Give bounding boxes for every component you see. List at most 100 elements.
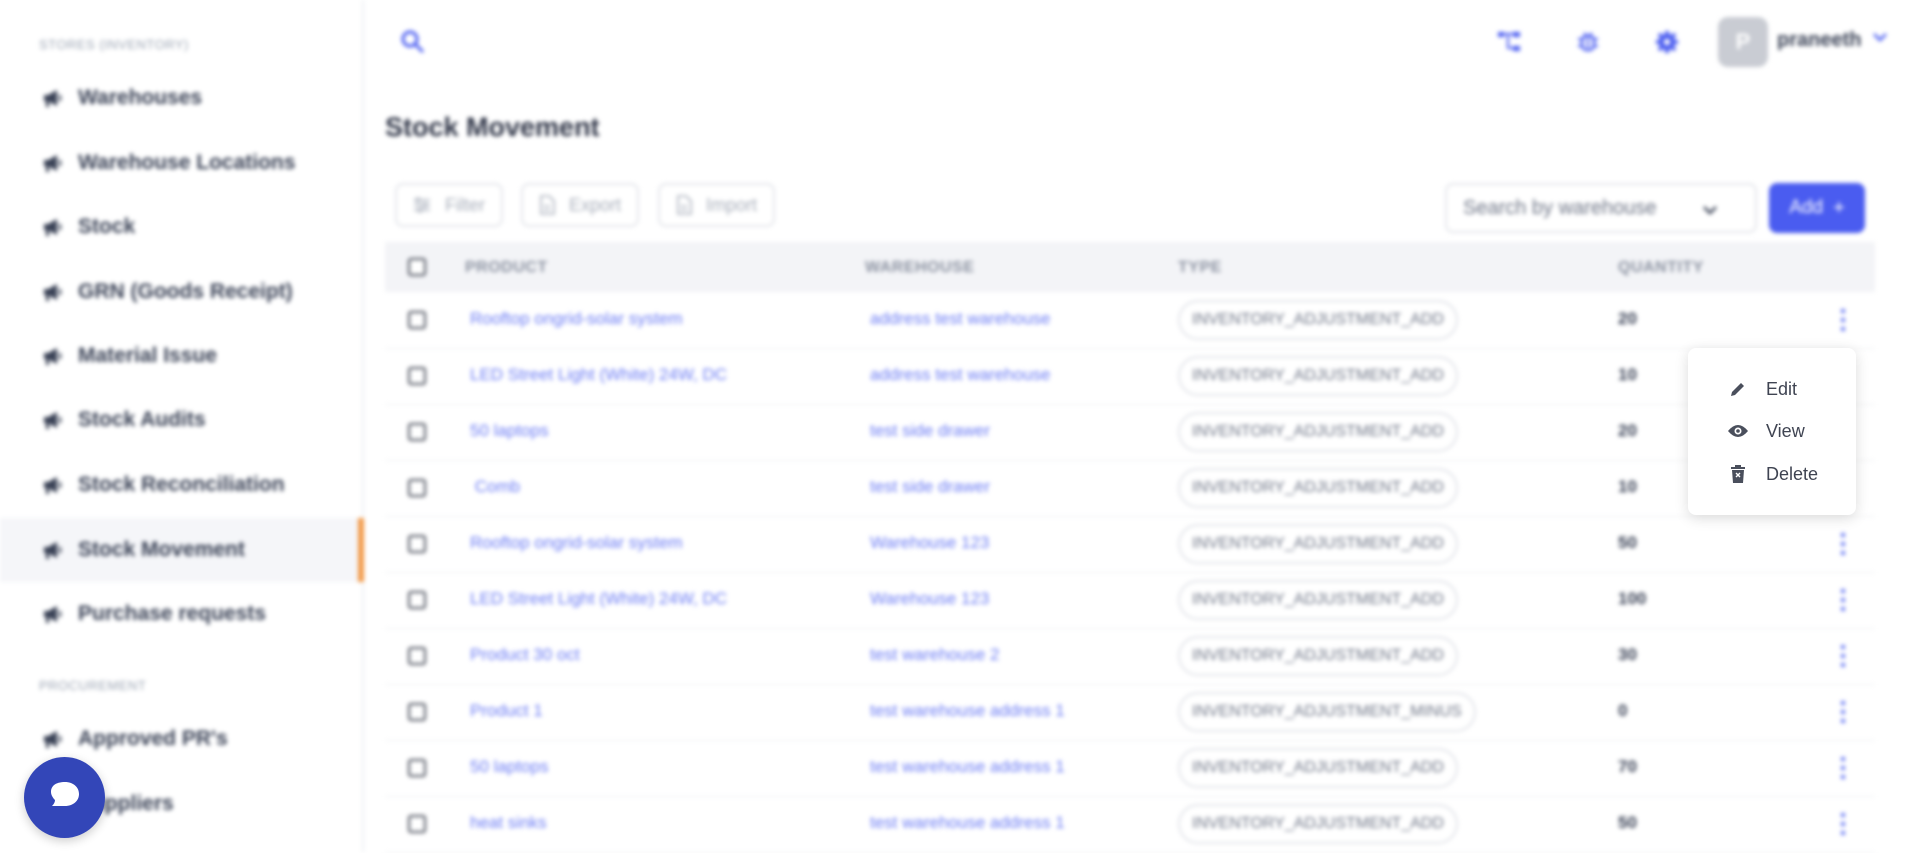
sidebar-item-stock[interactable]: Stock: [0, 195, 362, 259]
import-label: Import: [706, 194, 758, 215]
document-icon: [539, 195, 555, 215]
product-link[interactable]: 50 laptops: [470, 757, 548, 777]
warehouse-link[interactable]: test warehouse address 1: [870, 757, 1065, 777]
table-row: 50 laptops test warehouse address 1 INVE…: [385, 740, 1875, 797]
filter-button[interactable]: Filter: [395, 183, 503, 227]
more-actions-icon[interactable]: [1833, 309, 1853, 331]
warehouse-link[interactable]: Warehouse 123: [870, 589, 989, 609]
plus-icon: +: [1833, 196, 1845, 219]
type-badge: INVENTORY_ADJUSTMENT_ADD: [1178, 468, 1458, 508]
row-checkbox[interactable]: [408, 479, 426, 497]
gear-icon[interactable]: [1651, 26, 1683, 58]
username[interactable]: praneeth: [1777, 29, 1861, 52]
quantity-value: 20: [1618, 309, 1637, 328]
chat-button[interactable]: [24, 757, 105, 838]
column-header-quantity[interactable]: QUANTITY: [1618, 259, 1704, 277]
search-icon[interactable]: [399, 28, 427, 56]
document-icon: [676, 195, 692, 215]
warehouse-link[interactable]: address test warehouse: [870, 365, 1051, 385]
type-badge: INVENTORY_ADJUSTMENT_MINUS: [1178, 692, 1476, 732]
type-badge: INVENTORY_ADJUSTMENT_ADD: [1178, 356, 1458, 396]
warehouse-select[interactable]: Search by warehouse: [1445, 183, 1757, 233]
megaphone-icon: [42, 409, 64, 431]
warehouse-link[interactable]: address test warehouse: [870, 309, 1051, 329]
more-actions-icon[interactable]: [1833, 701, 1853, 723]
product-link[interactable]: LED Street Light (White) 24W, DC: [470, 589, 727, 609]
chevron-down-icon[interactable]: [1872, 30, 1888, 48]
table-row: heat sinks test warehouse address 1 INVE…: [385, 796, 1875, 853]
more-actions-icon[interactable]: [1833, 813, 1853, 835]
type-badge: INVENTORY_ADJUSTMENT_ADD: [1178, 412, 1458, 452]
type-badge: INVENTORY_ADJUSTMENT_ADD: [1178, 636, 1458, 676]
product-link[interactable]: Rooftop ongrid-solar system: [470, 533, 683, 553]
column-header-product[interactable]: PRODUCT: [465, 259, 548, 277]
megaphone-icon: [42, 281, 64, 303]
megaphone-icon: [42, 216, 64, 238]
add-button[interactable]: Add +: [1769, 183, 1865, 233]
table-row: Product 1 test warehouse address 1 INVEN…: [385, 684, 1875, 741]
more-actions-icon[interactable]: [1833, 645, 1853, 667]
megaphone-icon: [42, 728, 64, 750]
sidebar-item-material-issue[interactable]: Material Issue: [0, 324, 362, 388]
hierarchy-icon[interactable]: [1493, 26, 1525, 58]
warehouse-link[interactable]: test side drawer: [870, 477, 990, 497]
product-link[interactable]: LED Street Light (White) 24W, DC: [470, 365, 727, 385]
sidebar-item-purchase-requests[interactable]: Purchase requests: [0, 582, 362, 646]
sidebar-item-stock-movement[interactable]: Stock Movement: [0, 518, 364, 582]
product-link[interactable]: Product 30 oct: [470, 645, 580, 665]
warehouse-link[interactable]: test warehouse 2: [870, 645, 999, 665]
export-button[interactable]: Export: [521, 183, 640, 227]
quantity-value: 10: [1618, 477, 1637, 496]
column-header-type[interactable]: TYPE: [1178, 259, 1222, 277]
row-checkbox[interactable]: [408, 311, 426, 329]
row-checkbox[interactable]: [408, 703, 426, 721]
product-link[interactable]: Comb: [470, 477, 520, 497]
avatar[interactable]: P: [1718, 17, 1768, 67]
sidebar-item-warehouses[interactable]: Warehouses: [0, 66, 362, 130]
product-link[interactable]: Rooftop ongrid-solar system: [470, 309, 683, 329]
warehouse-link[interactable]: test warehouse address 1: [870, 701, 1065, 721]
column-header-warehouse[interactable]: WAREHOUSE: [865, 259, 974, 277]
product-link[interactable]: 50 laptops: [470, 421, 548, 441]
menu-item-label: View: [1766, 420, 1805, 441]
product-link[interactable]: heat sinks: [470, 813, 547, 833]
sidebar-section-procurement: PROCUREMENT: [39, 678, 147, 693]
product-link[interactable]: Product 1: [470, 701, 543, 721]
menu-item-edit[interactable]: Edit: [1726, 374, 1797, 404]
sidebar-item-stock-reconciliation[interactable]: Stock Reconciliation: [0, 453, 362, 517]
more-actions-icon[interactable]: [1833, 757, 1853, 779]
select-all-checkbox[interactable]: [408, 258, 426, 276]
more-actions-icon[interactable]: [1833, 589, 1853, 611]
trash-icon: [1726, 462, 1750, 486]
warehouse-link[interactable]: Warehouse 123: [870, 533, 989, 553]
sidebar-item-grn[interactable]: GRN (Goods Receipt): [0, 260, 362, 324]
menu-item-view[interactable]: View: [1726, 416, 1805, 446]
row-checkbox[interactable]: [408, 591, 426, 609]
row-checkbox[interactable]: [408, 423, 426, 441]
sidebar-item-warehouse-locations[interactable]: Warehouse Locations: [0, 131, 362, 195]
filter-label: Filter: [445, 194, 485, 215]
row-checkbox[interactable]: [408, 647, 426, 665]
warehouse-link[interactable]: test side drawer: [870, 421, 990, 441]
bug-icon[interactable]: [1572, 26, 1604, 58]
warehouse-select-placeholder: Search by warehouse: [1463, 196, 1657, 219]
row-actions-menu: Edit View Delete: [1688, 348, 1856, 515]
quantity-value: 50: [1618, 813, 1637, 832]
sidebar-item-label: Stock Reconciliation: [78, 473, 285, 496]
table-row: LED Street Light (White) 24W, DC address…: [385, 348, 1875, 405]
warehouse-link[interactable]: test warehouse address 1: [870, 813, 1065, 833]
sidebar-item-stock-audits[interactable]: Stock Audits: [0, 388, 362, 452]
eye-icon: [1726, 419, 1750, 443]
row-checkbox[interactable]: [408, 759, 426, 777]
import-button[interactable]: Import: [658, 183, 776, 227]
sidebar-item-label: Material Issue: [78, 344, 217, 367]
row-checkbox[interactable]: [408, 367, 426, 385]
megaphone-icon: [42, 152, 64, 174]
table-row: 50 laptops test side drawer INVENTORY_AD…: [385, 404, 1875, 461]
menu-item-delete[interactable]: Delete: [1726, 459, 1818, 489]
row-checkbox[interactable]: [408, 815, 426, 833]
quantity-value: 0: [1618, 701, 1628, 720]
more-actions-icon[interactable]: [1833, 533, 1853, 555]
row-checkbox[interactable]: [408, 535, 426, 553]
sidebar-item-label: Stock Movement: [78, 538, 245, 561]
